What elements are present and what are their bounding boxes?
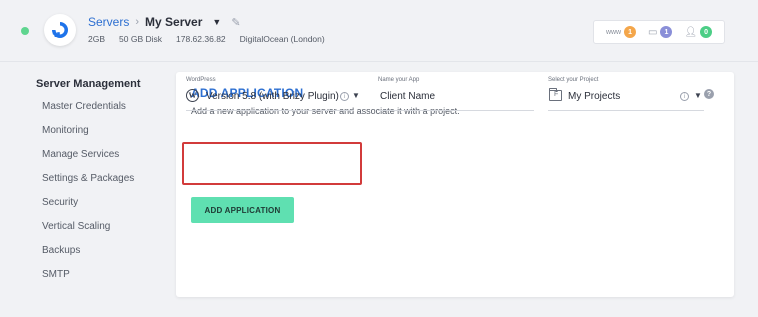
digitalocean-logo-icon xyxy=(44,14,76,46)
project-folder-icon: F xyxy=(549,88,562,101)
stat-websites-label: www xyxy=(605,28,622,36)
server-switch-dropdown-icon[interactable]: ▼ xyxy=(212,17,221,27)
folder-icon: ▭ xyxy=(648,26,658,38)
app-name-label: Name your App xyxy=(378,77,420,83)
application-select-highlight xyxy=(182,142,362,185)
stat-projects[interactable]: ▭ 1 xyxy=(648,26,673,38)
chevron-down-icon[interactable]: ▼ xyxy=(694,91,702,100)
sidebar-item-smtp[interactable]: SMTP xyxy=(42,269,70,280)
chevron-down-icon[interactable]: ▼ xyxy=(352,91,360,100)
server-meta: 2GB 50 GB Disk 178.62.36.82 DigitalOcean… xyxy=(88,34,325,44)
application-select-value: Version 5.8 (with Brizy Plugin) xyxy=(206,91,339,102)
stat-websites-count: 1 xyxy=(624,26,637,38)
server-name: My Server xyxy=(145,15,203,29)
server-disk: 50 GB Disk xyxy=(119,34,163,44)
sidebar-item-manage-services[interactable]: Manage Services xyxy=(42,149,119,160)
status-indicator xyxy=(21,27,29,35)
project-select-label: Select your Project xyxy=(548,77,599,83)
server-ip: 178.62.36.82 xyxy=(176,34,226,44)
project-select-value: My Projects xyxy=(568,91,621,102)
sidebar-item-settings-packages[interactable]: Settings & Packages xyxy=(42,173,134,184)
sidebar-item-backups[interactable]: Backups xyxy=(42,245,80,256)
server-ram: 2GB xyxy=(88,34,106,44)
stat-projects-count: 1 xyxy=(660,26,673,38)
help-icon[interactable]: ? xyxy=(704,89,714,99)
breadcrumb-separator: › xyxy=(135,16,140,28)
server-stats-panel: www 1 ▭ 1 👤︎ 0 xyxy=(593,20,725,44)
edit-server-name-icon[interactable]: ✎ xyxy=(231,16,240,29)
server-header: Servers › My Server ▼ ✎ 2GB 50 GB Disk 1… xyxy=(0,0,758,62)
stat-users-count: 0 xyxy=(700,26,713,38)
sidebar-item-master-credentials[interactable]: Master Credentials xyxy=(42,101,126,112)
sidebar-item-vertical-scaling[interactable]: Vertical Scaling xyxy=(42,221,110,232)
user-icon: 👤︎ xyxy=(684,26,698,38)
server-management-sidebar: Server Management Master Credentials Mon… xyxy=(0,62,165,317)
add-application-button[interactable]: ADD APPLICATION xyxy=(191,197,294,223)
project-select[interactable]: Select your Project F My Projects i ▼ xyxy=(548,77,704,111)
stat-websites[interactable]: www 1 xyxy=(605,26,637,38)
sidebar-item-security[interactable]: Security xyxy=(42,197,78,208)
stat-users[interactable]: 👤︎ 0 xyxy=(684,26,713,38)
application-select[interactable]: WordPress W Version 5.8 (with Brizy Plug… xyxy=(186,77,360,111)
breadcrumb-servers-link[interactable]: Servers xyxy=(88,15,129,29)
info-icon[interactable]: i xyxy=(340,92,349,101)
breadcrumb: Servers › My Server ▼ ✎ xyxy=(88,15,241,29)
app-name-input[interactable]: Client Name xyxy=(380,91,435,102)
info-icon[interactable]: i xyxy=(680,92,689,101)
sidebar-title: Server Management xyxy=(36,78,141,90)
server-provider: DigitalOcean (London) xyxy=(239,34,325,44)
application-select-label: WordPress xyxy=(186,77,216,83)
sidebar-item-monitoring[interactable]: Monitoring xyxy=(42,125,89,136)
app-name-field[interactable]: Name your App Client Name xyxy=(378,77,534,111)
wordpress-icon: W xyxy=(186,89,199,102)
